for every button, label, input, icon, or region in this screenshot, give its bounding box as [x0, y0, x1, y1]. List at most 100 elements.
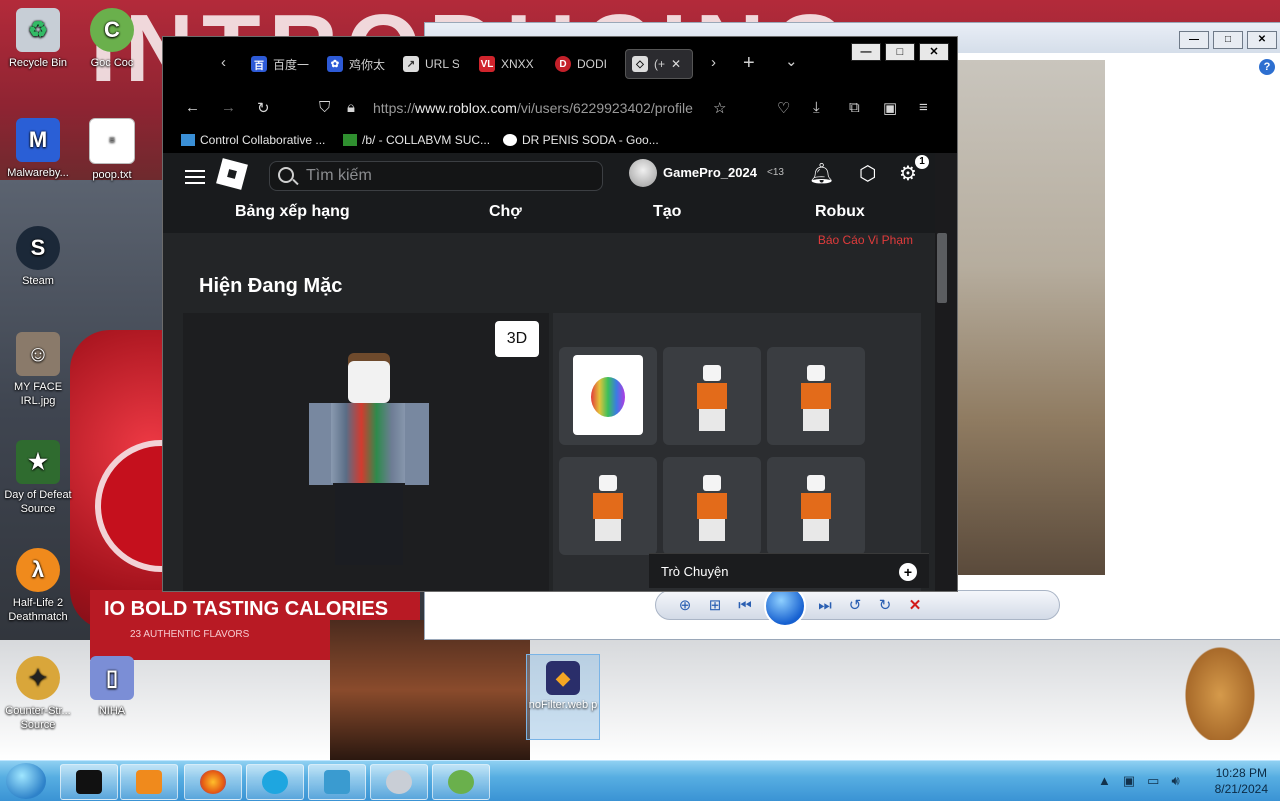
desktop-icon-half-life-2[interactable]: λ Half-Life 2 Deathmatch: [0, 548, 76, 624]
report-abuse-link[interactable]: Báo Cáo Vi Phạm: [818, 233, 913, 247]
extensions-icon[interactable]: ⧉: [849, 99, 860, 116]
lock-icon[interactable]: 🔒︎: [347, 99, 355, 116]
zoom-icon[interactable]: ⊕: [674, 596, 696, 614]
tab-url[interactable]: ↗ URL S: [403, 53, 459, 75]
rotate-left-icon[interactable]: ↺: [844, 596, 866, 614]
bookmark-google[interactable]: DR PENIS SODA - Goo...: [503, 133, 659, 147]
taskbar-app-media[interactable]: [120, 764, 178, 800]
minimize-button[interactable]: —: [851, 43, 881, 61]
avatar[interactable]: [629, 159, 657, 187]
photo-viewer-icon: [324, 770, 350, 794]
nav-robux[interactable]: Robux: [815, 203, 865, 221]
pocket-icon[interactable]: ♡: [777, 99, 790, 117]
delete-icon[interactable]: ✕: [904, 596, 926, 614]
tab-scroll-left-icon[interactable]: ‹: [221, 54, 226, 71]
counter-strike-icon: ✦: [16, 656, 60, 700]
taskbar-app-terminal[interactable]: [60, 764, 118, 800]
downloads-icon[interactable]: ⤓: [813, 99, 820, 116]
worn-item-shirt[interactable]: [559, 347, 657, 445]
tab-jinitai[interactable]: ✿ 鸡你太: [327, 53, 385, 75]
rotate-right-icon[interactable]: ↻: [874, 596, 896, 614]
reader-icon[interactable]: ▣: [883, 99, 897, 117]
chat-bar[interactable]: Trò Chuyện +: [649, 553, 929, 588]
desktop-icon-my-face[interactable]: ☺ MY FACE IRL.jpg: [0, 332, 76, 408]
start-button[interactable]: [6, 763, 46, 799]
bookmark-star-icon[interactable]: ☆: [713, 99, 726, 117]
steam-icon: S: [16, 226, 60, 270]
tab-dodi[interactable]: D DODI: [555, 53, 611, 75]
avatar-viewer[interactable]: 3D: [183, 313, 549, 591]
network-icon[interactable]: ▭: [1147, 773, 1159, 789]
worn-item[interactable]: [559, 457, 657, 555]
reload-icon[interactable]: ↻: [257, 99, 270, 117]
bookmark-control-collaborative[interactable]: Control Collaborative ...: [181, 133, 325, 147]
back-icon[interactable]: ←: [185, 99, 200, 116]
taskbar-app-firefox[interactable]: [184, 764, 242, 800]
search-input[interactable]: [304, 165, 588, 187]
worn-item[interactable]: [663, 347, 761, 445]
new-tab-icon[interactable]: +: [743, 52, 755, 75]
previous-icon[interactable]: ⏮: [734, 597, 756, 614]
tab-scroll-right-icon[interactable]: ›: [711, 54, 716, 71]
bookmark-collabvm[interactable]: /b/ - COLLABVM SUC...: [343, 133, 490, 147]
gear-icon: [386, 770, 412, 794]
volume-icon[interactable]: 🔊︎: [1171, 773, 1179, 789]
show-hidden-icons-icon[interactable]: ▲: [1098, 773, 1111, 789]
notifications-bell-icon[interactable]: 🔔︎: [809, 161, 834, 186]
robux-icon[interactable]: ⬡: [859, 161, 876, 186]
desktop-hamster-decoration: [1180, 640, 1260, 740]
hamburger-menu-icon[interactable]: [185, 166, 205, 188]
desktop-icon-recycle-bin[interactable]: ♻ Recycle Bin: [0, 8, 76, 70]
tab-list-icon[interactable]: ⌄: [785, 52, 798, 70]
minimize-button[interactable]: —: [1179, 31, 1209, 49]
tab-roblox-active[interactable]: ◇ (+ ✕: [625, 49, 693, 79]
avatar-character: [303, 343, 443, 573]
taskbar-app-photo-viewer[interactable]: [308, 764, 366, 800]
next-icon[interactable]: ⏭: [814, 597, 836, 614]
desktop-icon-nofilter-webp[interactable]: ◆ noFilter.web p: [526, 654, 600, 740]
desktop-icon-day-of-defeat[interactable]: ★ Day of Defeat Source: [0, 440, 76, 516]
fit-window-icon[interactable]: ⊞: [704, 596, 726, 614]
help-icon[interactable]: ?: [1259, 59, 1275, 75]
nav-marketplace[interactable]: Chợ: [489, 203, 522, 221]
taskbar-app-goc-coc[interactable]: [432, 764, 490, 800]
search-icon: [278, 167, 294, 183]
worn-item[interactable]: [767, 457, 865, 555]
address-bar[interactable]: https://www.roblox.com/vi/users/62299234…: [373, 100, 693, 116]
tray-app-icon[interactable]: ▣: [1123, 773, 1135, 789]
desktop-icon-steam[interactable]: S Steam: [0, 226, 76, 288]
shield-icon[interactable]: ⛉: [319, 99, 330, 116]
desktop-icon-goc-coc[interactable]: C Goc Coc: [74, 8, 150, 70]
worn-item[interactable]: [767, 347, 865, 445]
taskbar-app-settings[interactable]: [370, 764, 428, 800]
url-path: /vi/users/6229923402/profile: [516, 100, 693, 116]
chat-expand-button[interactable]: +: [899, 563, 917, 581]
scrollbar-thumb[interactable]: [937, 233, 947, 303]
desktop-icon-niha[interactable]: ▯ NIHA: [74, 656, 150, 718]
close-button[interactable]: ✕: [919, 43, 949, 61]
toggle-3d-button[interactable]: 3D: [495, 321, 539, 357]
maximize-button[interactable]: □: [1213, 31, 1243, 49]
desktop-icon-malwarebytes[interactable]: M Malwareby...: [0, 118, 76, 180]
close-button[interactable]: ✕: [1247, 31, 1277, 49]
roblox-logo-icon[interactable]: [216, 158, 248, 190]
clock[interactable]: 10:28 PM 8/21/2024: [1215, 765, 1268, 797]
settings-gear-icon[interactable]: ⚙: [899, 161, 917, 186]
nav-create[interactable]: Tạo: [653, 203, 681, 221]
username[interactable]: GamePro_2024: [663, 165, 757, 180]
worn-item[interactable]: [663, 457, 761, 555]
maximize-button[interactable]: □: [885, 43, 915, 61]
search-box[interactable]: [269, 161, 603, 191]
taskbar-app-compass[interactable]: [246, 764, 304, 800]
nav-leaderboard[interactable]: Bảng xếp hạng: [235, 203, 350, 221]
tab-xnxx[interactable]: VL XNXX: [479, 53, 535, 75]
bookmark-label: /b/ - COLLABVM SUC...: [362, 133, 491, 147]
desktop-icon-poop-txt[interactable]: ≡ poop.txt: [74, 118, 150, 182]
tab-baidu[interactable]: 百 百度一: [251, 53, 311, 75]
page-scrollbar[interactable]: [935, 153, 949, 591]
close-tab-icon[interactable]: ✕: [671, 57, 681, 71]
desktop-icon-counter-strike[interactable]: ✦ Counter-Str... Source: [0, 656, 76, 732]
forward-icon[interactable]: →: [221, 99, 236, 116]
menu-icon[interactable]: ≡: [919, 99, 928, 116]
tab-label: DODI: [577, 57, 607, 71]
